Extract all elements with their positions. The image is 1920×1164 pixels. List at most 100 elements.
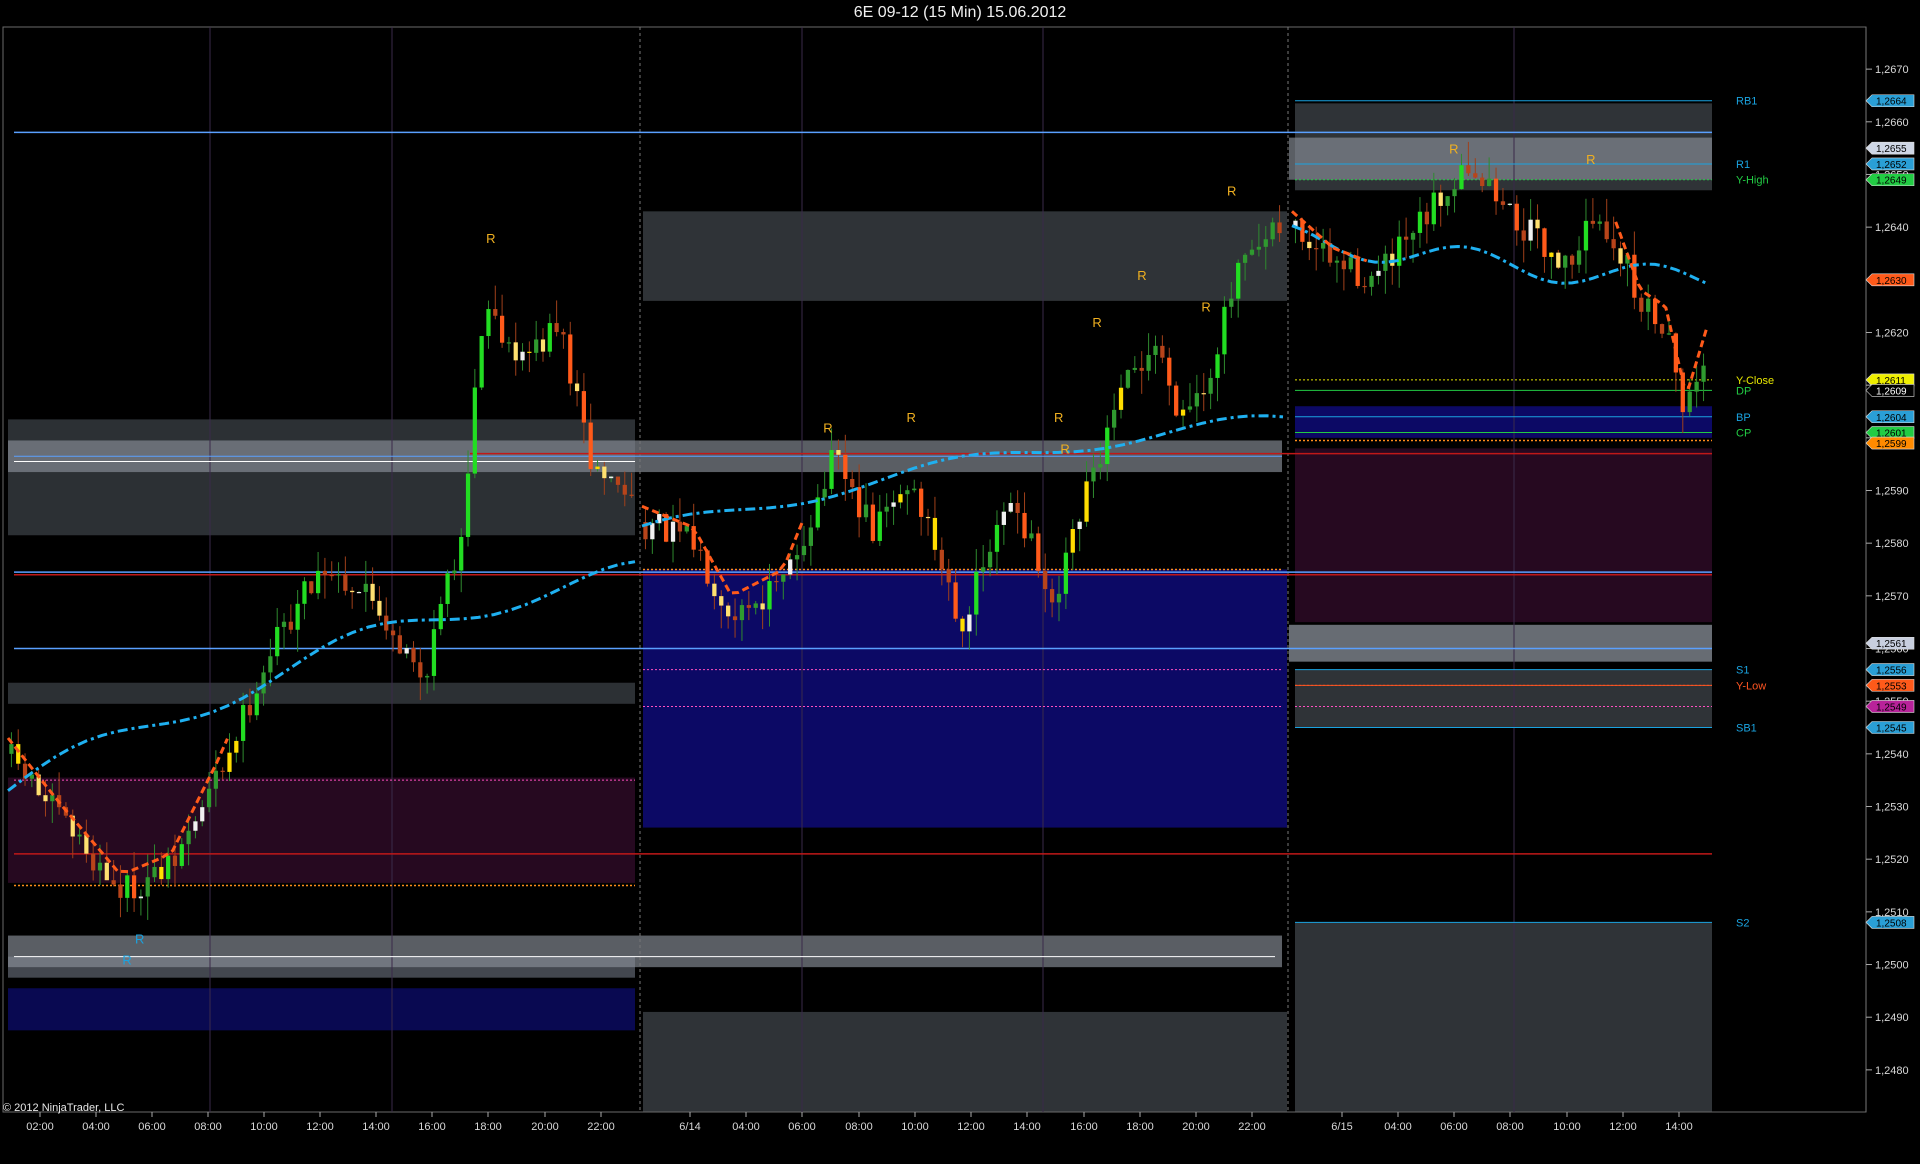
candle-body [1493,178,1499,202]
level-label-s1: S1 [1736,665,1749,677]
zone-range-2 [643,569,1287,828]
price-badge: 1,2556 [1865,663,1915,677]
candle-body [1334,260,1340,263]
x-tick-label: 06:00 [788,1121,816,1133]
reversal-marker: R [1054,410,1063,425]
candle-body [1208,377,1213,394]
candle-body [554,323,559,333]
chart-panel[interactable]: RRRRRRRRRRRRR 1,2480 1,2490 1,2500 1,2510 1,… [0,26,1920,1159]
price-badge-label: 1,2556 [1876,666,1907,677]
candle-body [1118,387,1124,410]
candle-body [967,614,972,632]
candle-body [1583,220,1589,251]
candle-body [506,342,512,344]
candle-body [404,648,409,654]
price-badge-label: 1,2655 [1876,144,1907,155]
candle-body [1091,467,1096,482]
candle-body [1015,502,1020,513]
candle-body [1403,236,1409,240]
candle-body [801,545,807,556]
x-tick-label: 10:00 [901,1121,929,1133]
candle-body [1556,252,1561,268]
price-badge-label: 1,2609 [1876,386,1907,397]
y-tick-label: 1,2590 [1875,485,1909,497]
candle-body [1348,257,1353,270]
zones-layer [8,103,1712,1112]
candle-body [1022,512,1027,539]
level-label-sb1: SB1 [1736,723,1757,735]
x-tick-label: 14:00 [1013,1121,1041,1133]
y-tick-label: 1,2660 [1875,117,1909,129]
candle-body [261,672,266,694]
candle-body [1694,381,1699,392]
candle-body [670,521,676,542]
copyright-text: © 2012 NinjaTrader, LLC [3,1102,124,1114]
candle-body [329,574,334,577]
candle-body [138,896,144,899]
candle-body [1604,221,1609,240]
candle-body [981,567,986,572]
candle-body [1652,298,1658,325]
price-badge-label: 1,2649 [1876,176,1907,187]
candle-body [919,488,924,517]
candle-body [1084,481,1089,522]
price-badge-label: 1,2630 [1876,276,1907,287]
x-tick-label: 08:00 [194,1121,222,1133]
candle-body [152,866,157,878]
candle-body [9,744,14,754]
x-tick-label: 20:00 [1182,1121,1210,1133]
candle-body [726,605,731,617]
candle-body [131,875,137,899]
candle-body [1194,393,1199,407]
y-tick-label: 1,2540 [1875,749,1909,761]
candle-body [808,527,814,546]
ma-line [1614,221,1709,390]
candle-body [1424,211,1430,225]
x-tick-label: 06:00 [1440,1121,1468,1133]
candle-body [1618,248,1623,264]
candle-body [425,675,430,678]
candle-body [431,629,437,676]
candle-body [1125,369,1131,388]
candle-body [753,603,758,608]
price-badge: 1,2655 [1865,141,1915,155]
candle-body [760,603,765,610]
candle-body [829,450,834,489]
vwap-line [7,560,636,792]
candle-body [1236,262,1241,299]
zone-lower-3 [1295,922,1712,1112]
candle-body [1341,260,1347,270]
candle-body [1480,177,1485,187]
price-chart[interactable]: RRRRR RRRRRRRR 1,24801,24901,25001,25101,… [0,26,1920,1159]
candle-body [1314,248,1319,250]
candle-body [1659,324,1665,334]
candle-body [719,596,724,606]
x-tick-label: 12:00 [1609,1121,1637,1133]
price-badge-label: 1,2545 [1876,724,1907,735]
candle-body [125,875,130,898]
candle-body [1521,230,1526,241]
candle-body [397,635,402,654]
level-label-cp: CP [1736,428,1751,440]
candle-body [527,351,532,353]
candle-body [581,391,586,423]
candle-body [172,855,178,866]
price-badge: 1,2508 [1865,916,1915,929]
candle-body [1576,250,1582,265]
candle-body [465,473,471,537]
y-tick-label: 1,2490 [1875,1012,1909,1024]
zone-mid [8,682,635,704]
chart-title: 6E 09-12 (15 Min) 15.06.2012 [853,4,1067,21]
candle-body [767,581,772,610]
candle-body [336,574,341,576]
candle-body [588,422,593,470]
candle-body [1452,189,1457,197]
candle-body [1646,298,1651,312]
candle-body [1049,589,1055,603]
candle-body [1528,219,1533,241]
candle-body [118,884,123,898]
candle-body [200,807,205,822]
candle-body [43,795,48,802]
candle-body [411,648,416,663]
zone-pivot-3 [1295,448,1712,623]
